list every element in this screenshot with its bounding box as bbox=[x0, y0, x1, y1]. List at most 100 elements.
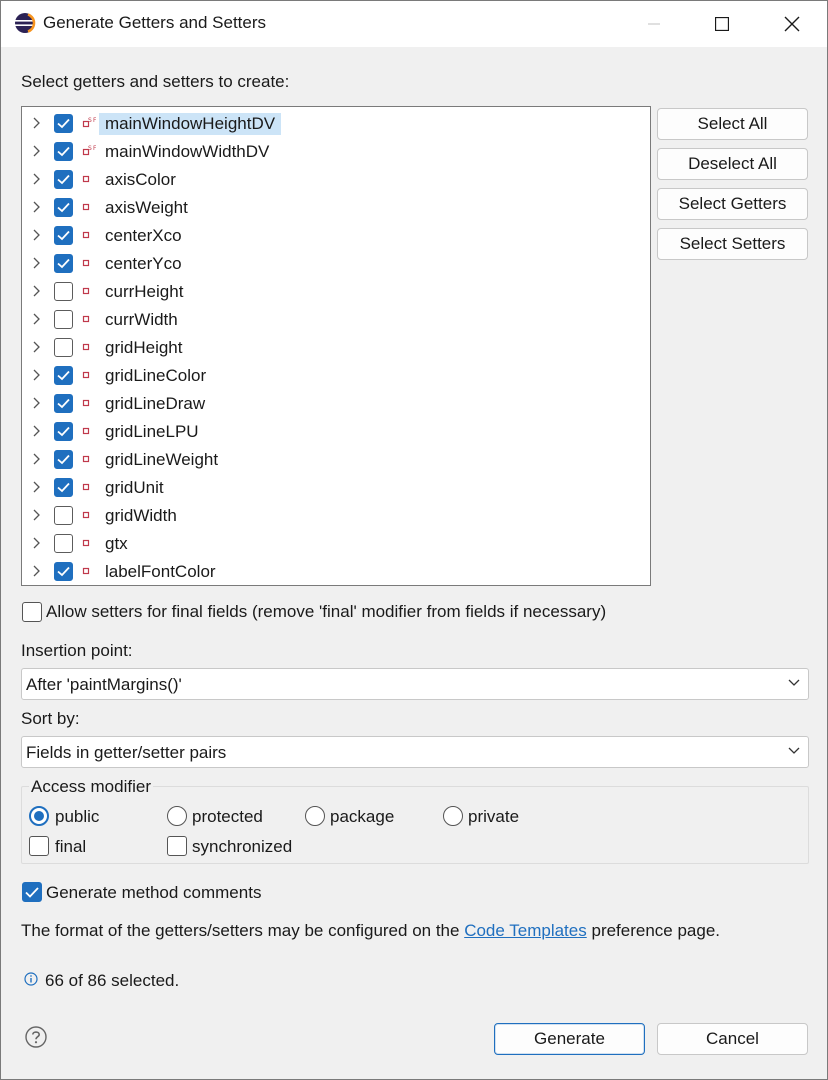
chevron-down-icon bbox=[788, 679, 800, 686]
package-radio[interactable] bbox=[305, 806, 325, 826]
private-label: private bbox=[468, 807, 520, 826]
private-field-icon bbox=[82, 231, 90, 239]
field-checkbox[interactable] bbox=[54, 226, 73, 245]
field-name: currWidth bbox=[105, 310, 178, 329]
chevron-right-icon[interactable] bbox=[30, 200, 44, 214]
field-row[interactable]: axisWeight bbox=[22, 193, 626, 221]
chevron-right-icon[interactable] bbox=[30, 452, 44, 466]
private-field-icon bbox=[82, 511, 90, 519]
insertion-point-select[interactable]: After 'paintMargins()' bbox=[21, 668, 809, 700]
field-checkbox[interactable] bbox=[54, 478, 73, 497]
chevron-right-icon[interactable] bbox=[30, 508, 44, 522]
help-icon[interactable] bbox=[25, 1026, 47, 1048]
field-checkbox[interactable] bbox=[54, 142, 73, 161]
field-row[interactable]: centerYco bbox=[22, 249, 626, 277]
chevron-right-icon[interactable] bbox=[30, 284, 44, 298]
select-setters-button[interactable]: Select Setters bbox=[657, 228, 808, 260]
select-getters-button[interactable]: Select Getters bbox=[657, 188, 808, 220]
field-row[interactable]: SFmainWindowHeightDV bbox=[22, 109, 626, 137]
chevron-right-icon[interactable] bbox=[30, 256, 44, 270]
minimize-button[interactable] bbox=[619, 1, 689, 47]
field-row[interactable]: labelFontColor bbox=[22, 557, 626, 585]
field-row[interactable]: SFmainWindowWidthDV bbox=[22, 137, 626, 165]
field-row[interactable]: centerXco bbox=[22, 221, 626, 249]
checkmark-icon bbox=[57, 146, 70, 157]
field-checkbox[interactable] bbox=[54, 394, 73, 413]
field-row[interactable]: gridUnit bbox=[22, 473, 626, 501]
chevron-right-icon[interactable] bbox=[30, 424, 44, 438]
title-bar: Generate Getters and Setters bbox=[1, 1, 827, 47]
field-name: gridUnit bbox=[105, 478, 164, 497]
scrollbar-track[interactable] bbox=[646, 108, 650, 585]
field-checkbox[interactable] bbox=[54, 422, 73, 441]
chevron-right-icon[interactable] bbox=[30, 228, 44, 242]
final-checkbox[interactable] bbox=[29, 836, 49, 856]
select-all-button[interactable]: Select All bbox=[657, 108, 808, 140]
chevron-right-icon[interactable] bbox=[30, 536, 44, 550]
checkmark-icon bbox=[57, 398, 70, 409]
private-radio[interactable] bbox=[443, 806, 463, 826]
sort-by-select[interactable]: Fields in getter/setter pairs bbox=[21, 736, 809, 768]
chevron-right-icon[interactable] bbox=[30, 340, 44, 354]
allow-final-label: Allow setters for final fields (remove '… bbox=[46, 602, 607, 621]
checkmark-icon bbox=[57, 174, 70, 185]
chevron-right-icon[interactable] bbox=[30, 480, 44, 494]
allow-final-checkbox[interactable] bbox=[22, 602, 42, 622]
maximize-button[interactable] bbox=[687, 1, 757, 47]
field-checkbox[interactable] bbox=[54, 310, 73, 329]
info-icon bbox=[24, 972, 38, 986]
field-tree[interactable]: SFmainWindowHeightDVSFmainWindowWidthDV a… bbox=[21, 106, 651, 586]
checkmark-icon bbox=[25, 887, 39, 898]
code-templates-link[interactable]: Code Templates bbox=[464, 921, 587, 940]
generate-comments-label: Generate method comments bbox=[46, 883, 262, 902]
field-row[interactable]: currHeight bbox=[22, 277, 626, 305]
field-checkbox[interactable] bbox=[54, 534, 73, 553]
field-name: mainWindowWidthDV bbox=[105, 142, 270, 161]
field-row[interactable]: gtx bbox=[22, 529, 626, 557]
field-checkbox[interactable] bbox=[54, 366, 73, 385]
field-name: axisWeight bbox=[105, 198, 188, 217]
deselect-all-button[interactable]: Deselect All bbox=[657, 148, 808, 180]
field-checkbox[interactable] bbox=[54, 170, 73, 189]
field-checkbox[interactable] bbox=[54, 282, 73, 301]
field-name: axisColor bbox=[105, 170, 176, 189]
field-row[interactable]: gridLineLPU bbox=[22, 417, 626, 445]
chevron-right-icon[interactable] bbox=[30, 312, 44, 326]
synchronized-checkbox[interactable] bbox=[167, 836, 187, 856]
chevron-right-icon[interactable] bbox=[30, 172, 44, 186]
eclipse-icon bbox=[15, 13, 36, 33]
public-radio[interactable] bbox=[29, 806, 49, 826]
field-checkbox[interactable] bbox=[54, 254, 73, 273]
field-row[interactable]: gridWidth bbox=[22, 501, 626, 529]
field-row[interactable]: axisColor bbox=[22, 165, 626, 193]
chevron-right-icon[interactable] bbox=[30, 144, 44, 158]
final-label: final bbox=[55, 837, 87, 856]
field-checkbox[interactable] bbox=[54, 506, 73, 525]
field-checkbox[interactable] bbox=[54, 562, 73, 581]
private-field-icon bbox=[82, 399, 90, 407]
field-row[interactable]: gridLineDraw bbox=[22, 389, 626, 417]
field-checkbox[interactable] bbox=[54, 198, 73, 217]
chevron-right-icon[interactable] bbox=[30, 564, 44, 578]
field-checkbox[interactable] bbox=[54, 450, 73, 469]
cancel-button[interactable]: Cancel bbox=[657, 1023, 808, 1055]
checkmark-icon bbox=[57, 230, 70, 241]
private-field-icon bbox=[82, 315, 90, 323]
generate-comments-checkbox[interactable] bbox=[22, 882, 42, 902]
close-button[interactable] bbox=[757, 1, 827, 47]
field-name: gridHeight bbox=[105, 338, 183, 357]
field-checkbox[interactable] bbox=[54, 338, 73, 357]
chevron-down-icon bbox=[788, 747, 800, 754]
field-row[interactable]: currWidth bbox=[22, 305, 626, 333]
checkmark-icon bbox=[57, 566, 70, 577]
chevron-right-icon[interactable] bbox=[30, 396, 44, 410]
field-checkbox[interactable] bbox=[54, 114, 73, 133]
generate-button[interactable]: Generate bbox=[494, 1023, 645, 1055]
chevron-right-icon[interactable] bbox=[30, 116, 44, 130]
field-row[interactable]: gridHeight bbox=[22, 333, 626, 361]
field-row[interactable]: gridLineWeight bbox=[22, 445, 626, 473]
public-label: public bbox=[55, 807, 100, 826]
field-row[interactable]: gridLineColor bbox=[22, 361, 626, 389]
protected-radio[interactable] bbox=[167, 806, 187, 826]
chevron-right-icon[interactable] bbox=[30, 368, 44, 382]
